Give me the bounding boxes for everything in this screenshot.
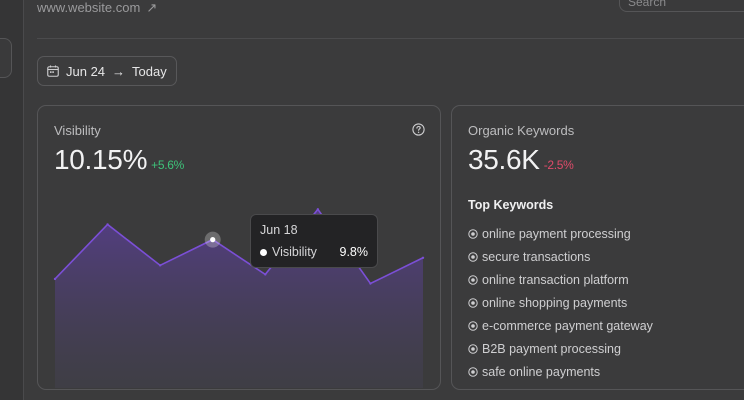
hover-point[interactable]: [210, 237, 216, 243]
keyword-text: B2B payment processing: [482, 341, 621, 356]
radio-dot-icon: [468, 228, 478, 239]
radio-dot-icon: [468, 343, 478, 354]
keywords-value: 35.6K: [468, 144, 540, 175]
tooltip-label: Visibility: [272, 245, 317, 259]
radio-dot-icon: [468, 297, 478, 308]
tooltip-value: 9.8%: [339, 245, 369, 259]
keyword-text: secure transactions: [482, 249, 591, 264]
keyword-item[interactable]: B2B payment processing: [468, 337, 653, 360]
keyword-text: e-commerce payment gateway: [482, 318, 653, 333]
series-dot-icon: [260, 249, 267, 256]
left-sidebar: [0, 0, 24, 400]
keyword-item[interactable]: e-commerce payment gateway: [468, 314, 653, 337]
keywords-value-row: 35.6K -2.5%: [468, 144, 574, 176]
visibility-point[interactable]: [158, 264, 162, 267]
sidebar-collapse-handle[interactable]: [0, 38, 12, 78]
keyword-text: online shopping payments: [482, 295, 628, 310]
visibility-point[interactable]: [316, 208, 320, 211]
date-range-from: Jun 24: [66, 63, 106, 79]
radio-dot-icon: [468, 251, 478, 262]
keyword-text: online transaction platform: [482, 272, 629, 287]
visibility-point[interactable]: [264, 273, 267, 276]
radio-dot-icon: [468, 366, 478, 377]
website-link[interactable]: www.website.com ↗: [37, 0, 157, 16]
keywords-delta: -2.5%: [543, 158, 574, 172]
date-range-button[interactable]: Jun 24 → Today: [37, 56, 177, 86]
keyword-item[interactable]: safe online payments: [468, 360, 653, 383]
tooltip-date: Jun 18: [260, 223, 298, 237]
organic-keywords-card: Organic Keywords 35.6K -2.5% Top Keywords…: [451, 105, 744, 390]
visibility-point[interactable]: [421, 256, 425, 259]
visibility-point[interactable]: [106, 223, 109, 226]
visibility-card: Visibility 10.15% +5.6% Jun 18 Visibility…: [37, 105, 441, 390]
external-link-arrow-icon: ↗: [146, 0, 158, 15]
keyword-text: safe online payments: [482, 364, 601, 379]
keyword-list: online payment processing secure transac…: [468, 222, 653, 383]
tooltip-row: Visibility 9.8%: [260, 245, 368, 259]
visibility-point[interactable]: [369, 282, 372, 285]
keyword-text: online payment processing: [482, 226, 631, 241]
search-input[interactable]: Search: [619, 0, 744, 12]
top-keywords-heading: Top Keywords: [468, 198, 554, 212]
header-divider: [37, 38, 744, 39]
visibility-chart[interactable]: [38, 106, 442, 391]
keyword-item[interactable]: online payment processing: [468, 222, 653, 245]
website-url: www.website.com: [37, 0, 141, 15]
radio-dot-icon: [468, 274, 478, 285]
visibility-point[interactable]: [53, 277, 57, 281]
chart-tooltip: Jun 18 Visibility 9.8%: [250, 214, 378, 268]
calendar-icon: [47, 65, 59, 77]
tooltip-series: Visibility: [260, 245, 317, 259]
date-range-to: Today: [132, 63, 167, 79]
radio-dot-icon: [468, 320, 478, 331]
keyword-item[interactable]: secure transactions: [468, 245, 653, 268]
date-range-arrow-icon: →: [112, 63, 126, 79]
keyword-item[interactable]: online transaction platform: [468, 268, 653, 291]
keywords-title: Organic Keywords: [468, 123, 575, 138]
keyword-item[interactable]: online shopping payments: [468, 291, 653, 314]
